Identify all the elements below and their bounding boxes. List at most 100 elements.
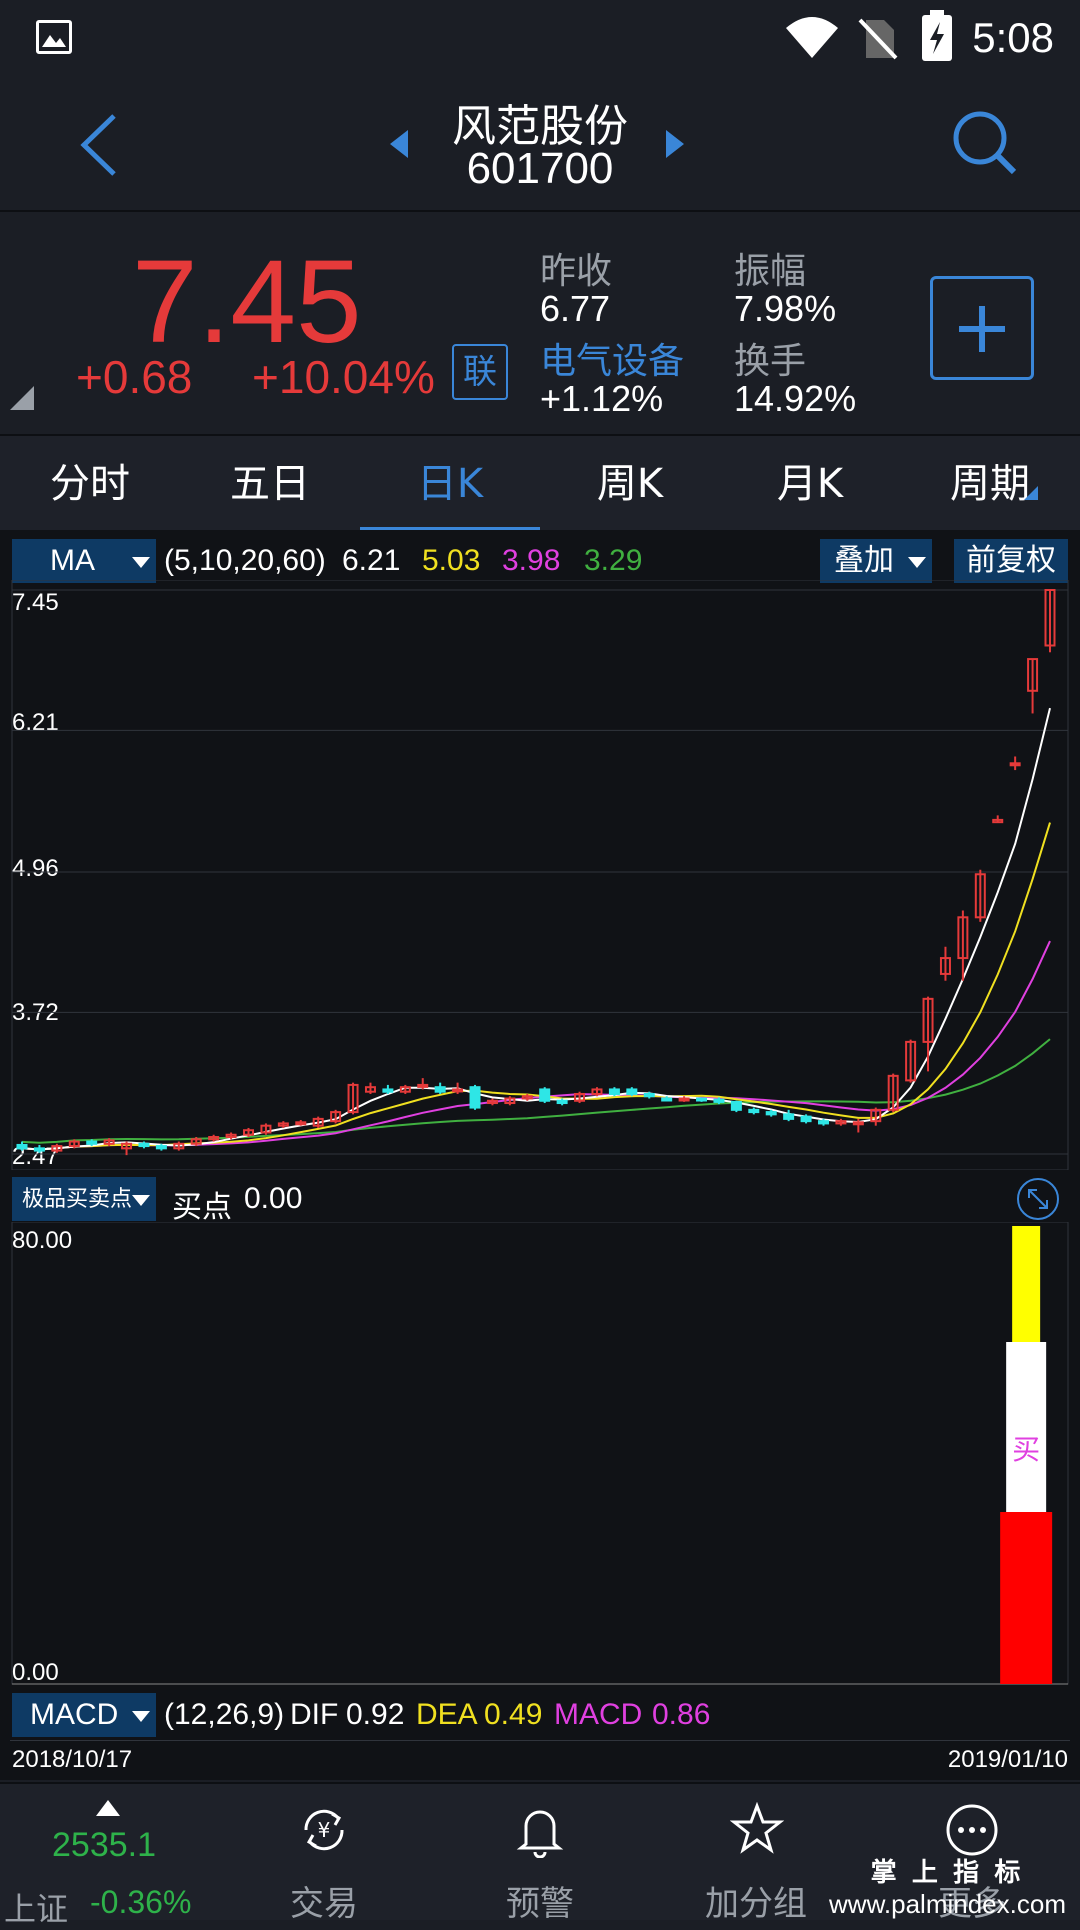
tab-monthly-k[interactable]: 月K [720, 436, 900, 532]
candle-body [452, 1088, 464, 1093]
candle-body [86, 1140, 98, 1145]
nav-add-group[interactable]: 加分组 [666, 1784, 846, 1924]
period-dropdown-icon [1024, 486, 1038, 500]
candle-body [626, 1088, 638, 1095]
dif-value: 0.92 [346, 1698, 405, 1731]
chart-frame [11, 580, 1069, 1170]
amplitude-value: 7.98% [734, 288, 837, 329]
chevron-down-icon [132, 557, 150, 568]
candlestick-chart[interactable] [0, 580, 1080, 1170]
tab-intraday[interactable]: 分时 [0, 436, 180, 532]
candle-body [643, 1092, 655, 1098]
watermark: 掌 上 指 标 www.palmindex.com [829, 1852, 1066, 1920]
turnover-value: 14.92% [734, 378, 857, 419]
candle-body [608, 1088, 620, 1095]
quote-panel: 7.45 +0.68 +10.04% 联 昨收 6.77 电气设备 +1.12%… [0, 214, 1080, 434]
start-date: 2018/10/17 [12, 1746, 133, 1773]
signal-bar-red [1000, 1512, 1053, 1684]
watermark-line1: 掌 上 指 标 [870, 1857, 1025, 1887]
expand-icon[interactable] [1017, 1178, 1059, 1220]
add-watchlist-button[interactable] [930, 276, 1034, 380]
bell-icon [516, 1810, 564, 1858]
ma-legend: MA (5,10,20,60) 6.21 5.03 3.98 3.29 叠加 前… [0, 536, 1080, 586]
signal-indicator-dropdown[interactable]: 极品买卖点 [12, 1177, 156, 1221]
nav-alert-label: 预警 [506, 1884, 574, 1924]
next-stock-icon[interactable] [666, 130, 684, 158]
index-value: 2535.1 [52, 1826, 156, 1864]
stock-header: 风范股份 601700 [0, 80, 1080, 212]
star-icon [730, 1802, 784, 1854]
prev-close-label: 昨收 [540, 251, 613, 292]
end-date: 2019/01/10 [947, 1746, 1068, 1773]
tab-five-day[interactable]: 五日 [180, 436, 360, 532]
index-ticker[interactable]: 2535.1 上证 -0.36% [0, 1784, 191, 1928]
amplitude-label: 振幅 [734, 251, 807, 292]
ma-indicator-dropdown[interactable]: MA [12, 539, 156, 583]
price-change: +0.68 [76, 351, 193, 403]
candle-body [852, 1121, 864, 1126]
divider [10, 1740, 1070, 1741]
signal-label: 买点 [172, 1191, 232, 1224]
candle-body [155, 1145, 167, 1150]
trade-icon: ¥ [304, 1809, 344, 1851]
tab-period[interactable]: 周期 [900, 436, 1080, 532]
price-change-pct: +10.04% [252, 351, 435, 403]
macd-indicator-dropdown[interactable]: MACD [12, 1693, 156, 1737]
signal-legend: 极品买卖点 买点 0.00 [0, 1174, 1080, 1224]
search-icon[interactable] [950, 108, 1020, 178]
watermark-line2: www.palmindex.com [829, 1889, 1066, 1919]
candle-body [696, 1097, 708, 1102]
status-bar: 5:08 [0, 0, 1080, 80]
nav-alert[interactable]: 预警 [450, 1784, 630, 1924]
stock-code: 601700 [466, 144, 614, 193]
signal-bar-white [1006, 1342, 1047, 1512]
nav-add-group-label: 加分组 [705, 1884, 807, 1924]
sector-change: +1.12% [540, 378, 664, 419]
dea-label: DEA [416, 1698, 478, 1731]
candle-body [138, 1142, 150, 1148]
candle-body [33, 1147, 45, 1152]
candle-body [783, 1113, 795, 1120]
link-button[interactable]: 联 [452, 344, 508, 400]
candle-body [417, 1083, 429, 1088]
macd-value: 0.86 [652, 1698, 711, 1731]
overlay-label: 叠加 [834, 544, 894, 577]
signal-value: 0.00 [244, 1182, 303, 1215]
macd-legend: MACD (12,26,9) DIF 0.92 DEA 0.49 MACD 0.… [0, 1690, 1080, 1740]
tab-weekly-k[interactable]: 周K [540, 436, 720, 532]
overlay-dropdown[interactable]: 叠加 [820, 539, 932, 583]
signal-bar-yellow [1012, 1226, 1041, 1342]
adjust-button[interactable]: 前复权 [954, 539, 1068, 583]
chevron-down-icon [908, 557, 926, 568]
ma10-value: 5.03 [422, 544, 481, 577]
tab-daily-k[interactable]: 日K [360, 436, 540, 532]
battery-charging-icon [922, 10, 952, 61]
nav-trade-label: 交易 [290, 1884, 358, 1924]
period-tabs: 分时 五日 日K 周K 月K 周期 [0, 434, 1080, 532]
candle-body [678, 1097, 690, 1102]
chevron-down-icon [132, 1711, 150, 1722]
candle-body [713, 1098, 725, 1103]
wifi-icon [786, 17, 838, 58]
signal-chart[interactable]: 买 [0, 1222, 1080, 1686]
ma-indicator-label: MA [50, 544, 95, 577]
nav-trade[interactable]: ¥ 交易 [234, 1784, 414, 1924]
more-icon [946, 1804, 998, 1856]
dif-label: DIF [290, 1698, 339, 1731]
up-arrow-icon [96, 1800, 120, 1816]
image-notification-icon [36, 20, 72, 54]
signal-frame [11, 1222, 1069, 1685]
candle-body [800, 1115, 812, 1123]
buy-signal-mark: 买 [1012, 1433, 1040, 1466]
macd-label: MACD [554, 1698, 643, 1731]
candle-body [1009, 762, 1021, 767]
candle-body [16, 1143, 28, 1150]
candle-body [382, 1088, 394, 1093]
sector-link[interactable]: 电气设备 [540, 332, 684, 384]
ma60-line [21, 1038, 1051, 1144]
candle-body [434, 1086, 446, 1093]
macd-params: (12,26,9) [164, 1698, 285, 1731]
ma20-value: 3.98 [502, 544, 561, 577]
candle-body [730, 1100, 742, 1111]
ma5-value: 6.21 [342, 544, 401, 577]
